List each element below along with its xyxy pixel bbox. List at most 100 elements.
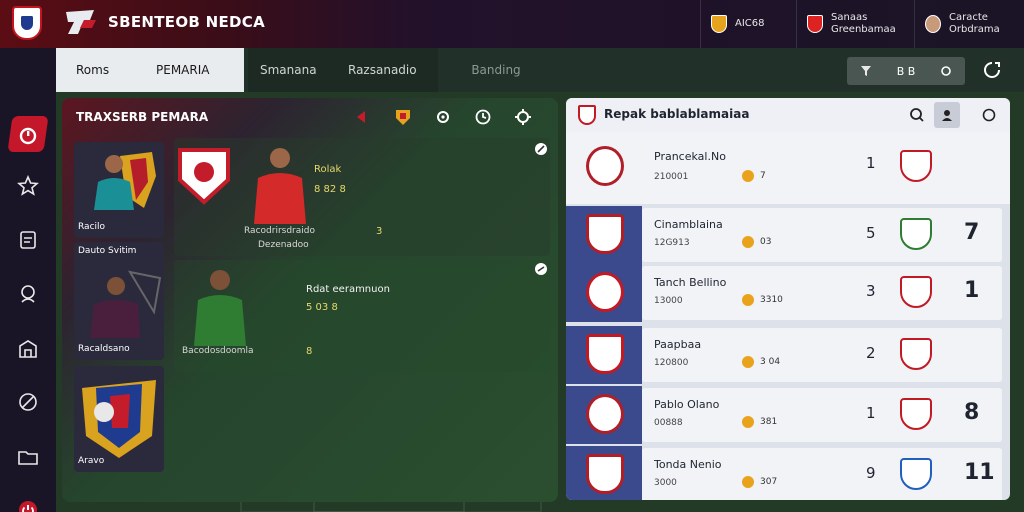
- tab-pemaria[interactable]: PEMARIA: [156, 63, 209, 77]
- team-position: 9: [866, 464, 876, 482]
- team-position: 3: [866, 282, 876, 300]
- opponent-crest-icon: [900, 218, 932, 250]
- ranking-row[interactable]: Tanch Bellino 13000 3310 3 1: [566, 264, 1010, 322]
- team-name: Paapbaa: [654, 338, 702, 351]
- ranking-row[interactable]: Paapbaa 120800 3 04 2: [566, 326, 1010, 384]
- timer-icon[interactable]: [472, 106, 494, 128]
- info-icon[interactable]: [534, 262, 548, 276]
- settings-icon[interactable]: [938, 63, 954, 79]
- player-card-2-sub: Racaldsano: [78, 344, 130, 354]
- team-name: Cinamblaina: [654, 218, 723, 231]
- circle-option-icon[interactable]: [976, 102, 1002, 128]
- search-user-icon[interactable]: [14, 280, 42, 308]
- top-user-2-sub: Greenbamaa: [831, 24, 896, 35]
- arrow-left-icon[interactable]: [352, 106, 374, 128]
- featured-player-2-sub: Bacodosdoomla: [182, 346, 254, 356]
- coin-icon: [742, 294, 754, 306]
- opponent-crest-icon: [900, 150, 932, 182]
- ball-icon[interactable]: [14, 388, 42, 416]
- ranking-row-body: [642, 448, 1002, 500]
- search-icon[interactable]: [904, 102, 930, 128]
- team-value: 03: [760, 237, 772, 247]
- top-user-3-label: Caracte: [949, 12, 988, 23]
- top-bar: SBENTEOB NEDCA AIC68 Sanaas Greenbamaa C…: [0, 0, 1024, 48]
- clipboard-icon[interactable]: [14, 226, 42, 254]
- ranking-row[interactable]: Tonda Nenio 3000 307 9 11: [566, 446, 1010, 500]
- transfer-panel-toolbar: [352, 106, 534, 128]
- tab-roms[interactable]: Roms: [76, 63, 109, 77]
- ranking-row[interactable]: Prancekal.No 210001 7 1: [566, 132, 1010, 204]
- team-points: 210001: [654, 172, 689, 182]
- team-value: 307: [760, 477, 778, 487]
- top-user-2[interactable]: Sanaas Greenbamaa: [796, 0, 906, 48]
- toolbar-label: B B: [896, 64, 916, 78]
- featured-player-1-sub2: Dezenadoo: [258, 240, 309, 250]
- coin-icon: [742, 170, 754, 182]
- ranking-row-body: [642, 266, 1002, 320]
- featured-player-1-stat: 8 82 8: [314, 184, 346, 195]
- player-card-1[interactable]: Racilo: [74, 142, 164, 238]
- team-position: 2: [866, 344, 876, 362]
- team-points: 120800: [654, 358, 689, 368]
- ranking-row[interactable]: Pablo Olano 00888 381 1 8: [566, 386, 1010, 444]
- stadium-icon[interactable]: [14, 335, 42, 363]
- edit-icon[interactable]: [534, 142, 548, 156]
- club-crest-icon: [807, 15, 823, 33]
- player-card-3-label: Aravo: [78, 456, 105, 466]
- tab-active-group[interactable]: Roms PEMARIA: [56, 48, 244, 92]
- featured-player-2-extra: 8: [306, 346, 313, 357]
- featured-player-1-sub: Racodrirsdraido: [244, 226, 315, 236]
- filter-icon[interactable]: [858, 63, 874, 79]
- featured-player-2[interactable]: Rdat eeramnuon 5 03 8 Bacodosdoomla 8: [174, 260, 550, 372]
- home-icon[interactable]: [14, 122, 42, 150]
- folder-icon[interactable]: [14, 443, 42, 471]
- featured-player-1[interactable]: Rolak 8 82 8 Racodrirsdraido 3 Dezenadoo: [174, 138, 550, 256]
- club-crest-icon: [586, 146, 624, 186]
- coin-icon: [742, 416, 754, 428]
- tab-smanana[interactable]: Smanana Razsanadio: [248, 48, 438, 92]
- tab-banding[interactable]: Banding: [446, 48, 546, 92]
- opponent-crest-icon: [900, 338, 932, 370]
- top-user-2-label: Sanaas: [831, 12, 868, 23]
- settings-icon[interactable]: [512, 106, 534, 128]
- team-score: 11: [964, 460, 995, 485]
- tab-smanana-label: Smanana: [260, 63, 317, 77]
- player-portrait-icon: [90, 270, 162, 338]
- avatar: [925, 15, 941, 33]
- left-rail: [0, 48, 56, 512]
- top-user-3[interactable]: Caracte Orbdrama: [914, 0, 1010, 48]
- top-user-1-label: AIC68: [735, 18, 765, 29]
- top-user-3-sub: Orbdrama: [949, 24, 1000, 35]
- team-position: 1: [866, 154, 876, 172]
- coin-icon: [711, 15, 727, 33]
- team-value: 3 04: [760, 357, 781, 367]
- club-crest-icon: [586, 272, 624, 312]
- star-icon[interactable]: [14, 172, 42, 200]
- team-crest-icon[interactable]: [392, 106, 414, 128]
- top-user-1[interactable]: AIC68: [700, 0, 775, 48]
- user-filter-icon[interactable]: [934, 102, 960, 128]
- transfer-panel: TRAXSERB PEMARA Racilo Dauto Svitim Raca…: [62, 98, 558, 502]
- transfer-panel-title: TRAXSERB PEMARA: [76, 110, 209, 124]
- coin-icon: [742, 236, 754, 248]
- opponent-crest-icon: [900, 458, 932, 490]
- brand-logo-icon: [66, 10, 96, 34]
- ranking-row-body: [642, 388, 1002, 442]
- club-crest-icon[interactable]: [12, 6, 42, 40]
- toolbar-buttons[interactable]: B B: [847, 57, 965, 85]
- opponent-crest-icon: [900, 398, 932, 430]
- ranking-row[interactable]: Cinamblaina 12G913 03 5 7: [566, 206, 1010, 264]
- player-card-2[interactable]: Dauto Svitim Racaldsano: [74, 242, 164, 360]
- ranking-panel: Repak bablablamaiaa Prancekal.No 210001 …: [566, 98, 1010, 500]
- player-card-3[interactable]: Aravo: [74, 366, 164, 472]
- team-name: Prancekal.No: [654, 150, 726, 163]
- team-name: Pablo Olano: [654, 398, 720, 411]
- team-points: 13000: [654, 296, 683, 306]
- team-value: 7: [760, 171, 766, 181]
- refresh-icon[interactable]: [982, 60, 1002, 80]
- club-shield-icon: [178, 148, 230, 205]
- gear-icon[interactable]: [432, 106, 454, 128]
- power-icon[interactable]: [14, 496, 42, 512]
- tab-razsanadio-label: Razsanadio: [348, 63, 417, 77]
- team-points: 12G913: [654, 238, 690, 248]
